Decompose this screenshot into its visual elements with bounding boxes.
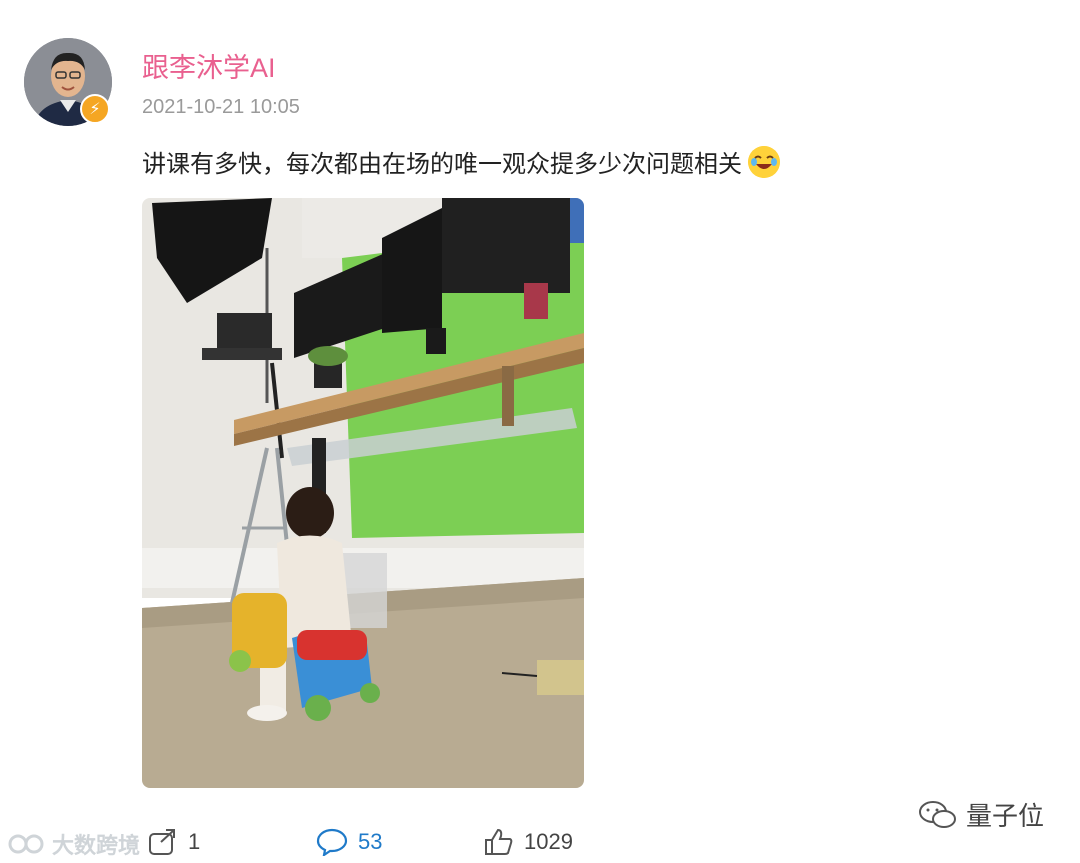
comment-count: 53 — [358, 829, 383, 854]
verified-badge-icon: ⚡ — [80, 94, 110, 124]
author-name[interactable]: 跟李沐学AI — [142, 46, 276, 85]
post-text-body: 讲课有多快，每次都由在场的唯一观众提多少次问题相关 — [142, 151, 742, 178]
like-button[interactable]: 1029 — [484, 828, 573, 856]
watermark-right-text: 量子位 — [965, 801, 1044, 831]
repost-icon — [149, 829, 175, 855]
wechat-icon — [918, 800, 956, 828]
post-timestamp: 2021-10-21 10:05 — [142, 96, 300, 118]
post-photo[interactable] — [142, 198, 584, 788]
repost-button[interactable]: 1 — [148, 828, 200, 856]
like-count: 1029 — [524, 829, 573, 854]
laughing-emoji-icon — [748, 145, 780, 178]
watermark-dashu: 大数跨境 — [8, 828, 140, 860]
post-text: 讲课有多快，每次都由在场的唯一观众提多少次问题相关 — [142, 144, 780, 179]
watermark-logo-icon — [8, 834, 44, 854]
comment-button[interactable]: 53 — [316, 828, 382, 856]
comment-icon — [316, 828, 348, 856]
watermark-left-text: 大数跨境 — [52, 833, 141, 858]
repost-count: 1 — [188, 829, 201, 854]
watermark-liangziwei: 量子位 — [918, 796, 1044, 833]
thumbs-up-icon — [485, 828, 513, 855]
